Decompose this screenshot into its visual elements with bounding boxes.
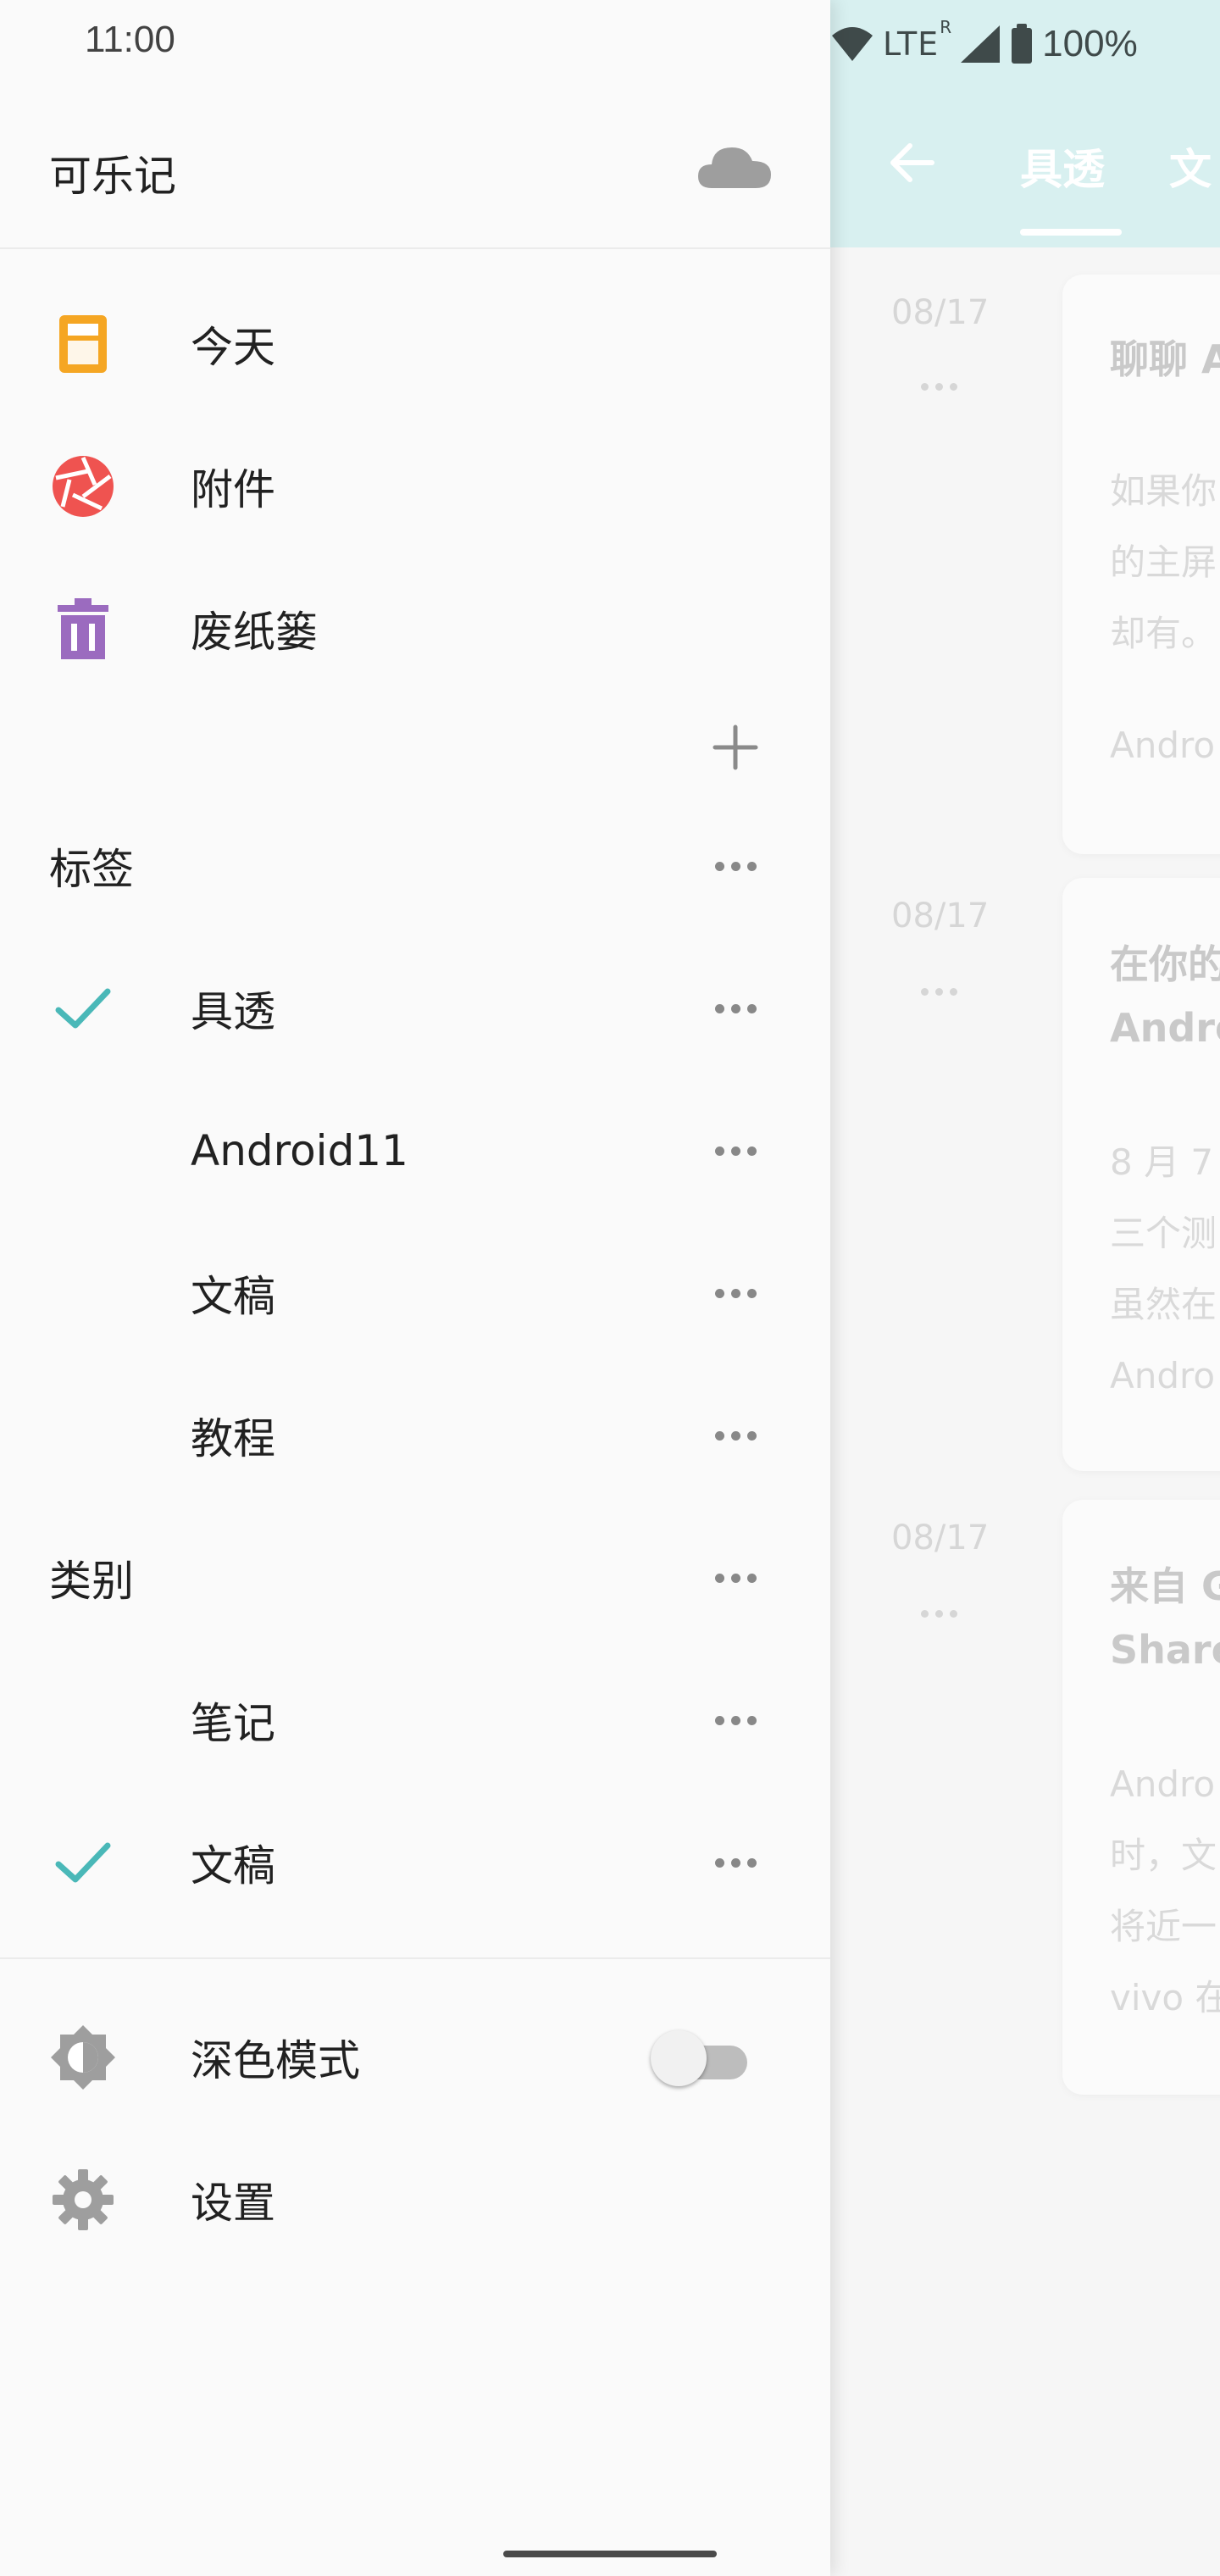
nav-item-attachments[interactable]: 附件	[0, 415, 830, 558]
battery-level: 100%	[1042, 23, 1138, 64]
add-tag-button[interactable]	[710, 722, 761, 773]
category-item-wengao[interactable]: 文稿	[0, 1791, 830, 1934]
nav-label: 今天	[191, 323, 275, 372]
navigation-drawer: 11:00 可乐记 今天 附件 废纸篓 标签 具透 Android11 文稿 教…	[0, 0, 830, 2576]
tag-item-tutorial[interactable]: 教程	[0, 1364, 830, 1507]
dark-mode-label: 深色模式	[191, 2036, 360, 2085]
gear-icon	[49, 2166, 117, 2234]
check-icon	[49, 974, 117, 1042]
note-card[interactable]: 聊聊 A 如果你 的主屏 却有。 Andro	[1062, 275, 1220, 854]
more-icon[interactable]	[703, 983, 768, 1034]
nav-item-today[interactable]: 今天	[0, 273, 830, 415]
check-icon	[49, 1829, 117, 1896]
divider	[0, 1957, 830, 1959]
tab-jutou[interactable]: 具透	[1020, 136, 1105, 197]
divider	[0, 247, 830, 249]
tag-label: 教程	[191, 1414, 275, 1463]
entry-more-icon[interactable]	[921, 383, 957, 391]
wifi-icon	[832, 27, 873, 61]
category-label: 文稿	[191, 1841, 275, 1890]
active-tab-indicator	[1020, 229, 1122, 236]
entry-date: 08/17	[891, 1518, 990, 1557]
entry-more-icon[interactable]	[921, 1610, 957, 1618]
more-icon[interactable]	[703, 1268, 768, 1319]
cloud-sync-icon[interactable]	[696, 141, 773, 192]
category-item-notes[interactable]: 笔记	[0, 1649, 830, 1791]
categories-section-header: 类别	[0, 1507, 830, 1649]
attachment-aperture-icon	[49, 452, 117, 520]
tags-section-header: 标签	[0, 795, 830, 937]
more-icon[interactable]	[703, 1837, 768, 1888]
gesture-navigation-bar[interactable]	[503, 2551, 717, 2557]
app-title: 可乐记	[49, 152, 176, 201]
cell-signal-icon	[961, 25, 1001, 63]
entry-date: 08/17	[891, 897, 990, 935]
more-icon[interactable]	[703, 1695, 768, 1746]
more-icon[interactable]	[703, 1552, 768, 1603]
nav-label: 废纸篓	[191, 608, 318, 657]
settings-label: 设置	[191, 2179, 275, 2228]
brightness-icon	[49, 2024, 117, 2091]
tag-item-android11[interactable]: Android11	[0, 1080, 830, 1222]
more-icon[interactable]	[703, 841, 768, 891]
tab-wengao[interactable]: 文	[1169, 136, 1212, 197]
today-icon	[49, 310, 117, 378]
back-arrow-icon[interactable]	[886, 137, 937, 188]
section-title: 类别	[49, 1557, 134, 1606]
tag-label: Android11	[191, 1126, 408, 1175]
category-label: 笔记	[191, 1699, 275, 1748]
more-icon[interactable]	[703, 1410, 768, 1461]
tag-label: 具透	[191, 987, 275, 1036]
note-card[interactable]: 来自 G Share Andro 时，文 将近一 vivo 在	[1062, 1500, 1220, 2095]
battery-icon	[1012, 24, 1033, 64]
settings-item[interactable]: 设置	[0, 2129, 830, 2271]
nav-item-trash[interactable]: 废纸篓	[0, 558, 830, 700]
trash-icon	[49, 595, 117, 663]
note-card[interactable]: 在你的 Andro 8 月 7 三个测 虽然在 Andro	[1062, 878, 1220, 1471]
nav-label: 附件	[191, 465, 275, 514]
entry-date: 08/17	[891, 293, 990, 332]
network-type: LTE R	[883, 17, 953, 63]
entry-more-icon[interactable]	[921, 988, 957, 996]
status-time: 11:00	[85, 19, 175, 60]
more-icon[interactable]	[703, 1125, 768, 1176]
tag-item-jutou[interactable]: 具透	[0, 937, 830, 1080]
status-icons: LTE R 100%	[830, 17, 1138, 69]
dark-mode-toggle[interactable]	[651, 2030, 747, 2086]
tag-label: 文稿	[191, 1272, 275, 1321]
section-title: 标签	[49, 845, 134, 894]
tag-item-wengao[interactable]: 文稿	[0, 1222, 830, 1364]
